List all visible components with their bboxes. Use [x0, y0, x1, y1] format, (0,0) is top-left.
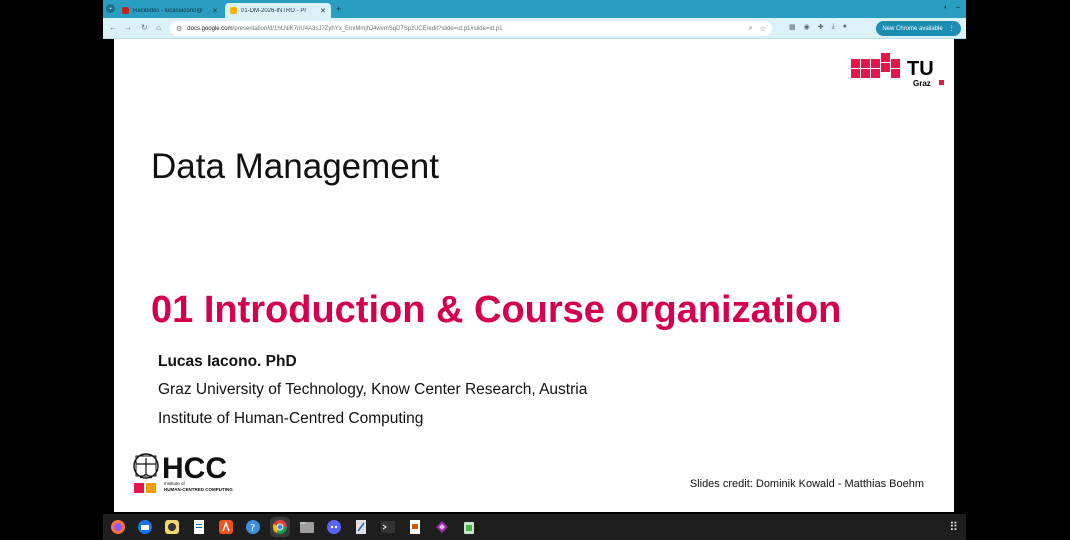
rhythmbox-icon[interactable] [162, 517, 182, 537]
slides-icon [230, 7, 237, 14]
show-apps-icon[interactable]: ⠿ [949, 519, 958, 535]
app-center-icon[interactable] [216, 517, 236, 537]
writer-icon[interactable] [189, 517, 209, 537]
forward-icon[interactable]: → [124, 23, 132, 33]
tab-gmail[interactable]: Recibidos - lucasiacono@ ✕ [117, 3, 223, 18]
impress-icon[interactable] [405, 517, 425, 537]
taskbar: ? ⠿ [103, 514, 966, 540]
update-label: New Chrome available [882, 25, 943, 32]
avatar[interactable]: ● [843, 23, 847, 31]
home-icon[interactable]: ⌂ [156, 23, 161, 33]
tab-slides[interactable]: 01-DM-2026-INTRO - Pr ✕ [225, 3, 331, 18]
presentation-slide: TU Graz Data Management 01 Introduction … [114, 39, 954, 512]
update-chrome-button[interactable]: New Chrome available ⋮ [876, 21, 961, 36]
tab-title: Recibidos - lucasiacono@ [133, 7, 203, 14]
desktop-screen: ⌄ Recibidos - lucasiacono@ ✕ 01-DM-2026-… [0, 0, 1070, 540]
close-tab-icon[interactable]: ✕ [320, 7, 326, 15]
tu-logo-text: TU [907, 58, 934, 80]
google-lens-icon[interactable]: ◉ [804, 23, 810, 31]
tab-search-button[interactable]: ⌄ [106, 4, 115, 13]
back-icon[interactable]: ← [109, 23, 117, 33]
affiliation-institute: Institute of Human-Centred Computing [158, 410, 424, 427]
new-tab-button[interactable]: + [336, 4, 341, 14]
menu-dots-icon[interactable]: ⋮ [949, 25, 955, 32]
files-icon[interactable] [297, 517, 317, 537]
lecture-title: 01 Introduction & Course organization [151, 289, 842, 331]
tu-logo-sub: Graz [913, 79, 931, 88]
hcc-logo-subtitle-bold: HUMAN-CENTRED COMPUTING [164, 487, 233, 492]
affiliation-university: Graz University of Technology, Know Cent… [158, 381, 588, 398]
site-info-icon[interactable]: ⚙ [176, 25, 182, 33]
svg-text:?: ? [250, 523, 255, 534]
chrome-window: ⌄ Recibidos - lucasiacono@ ✕ 01-DM-2026-… [103, 0, 966, 39]
reload-icon[interactable]: ↻ [141, 23, 148, 33]
chrome-icon[interactable] [270, 517, 290, 537]
download-icon[interactable]: ⤓ [832, 23, 835, 31]
tu-graz-logo: TU Graz [851, 53, 944, 88]
puzzle-icon[interactable]: ✚ [818, 23, 824, 31]
discord-icon[interactable] [324, 517, 344, 537]
window-controls: ◐ – [944, 4, 960, 11]
tab-title: 01-DM-2026-INTRO - Pr [241, 7, 307, 14]
close-tab-icon[interactable]: ✕ [212, 7, 218, 15]
terminal-icon[interactable] [378, 517, 398, 537]
text-editor-icon[interactable] [351, 517, 371, 537]
url-path: /presentation/d/1hLNlK7riU4A3sJ7ZyhYx_En… [232, 25, 503, 32]
extension-icon[interactable]: ▦ [789, 23, 796, 31]
zoom-icon[interactable]: ⌕ [749, 25, 753, 33]
bookmark-star-icon[interactable]: ☆ [760, 25, 766, 33]
firefox-icon[interactable] [108, 517, 128, 537]
deck-title: Data Management [151, 147, 439, 186]
hcc-logo-subtitle: Institute of [164, 481, 185, 486]
address-bar[interactable]: ⚙ docs.google.com /presentation/d/1hLNlK… [170, 21, 772, 36]
extensions-area: ▦ ◉ ✚ ⤓ ● [789, 23, 847, 31]
profile-icon[interactable]: ◐ [944, 4, 948, 11]
gmail-icon [122, 7, 129, 14]
trash-icon[interactable] [459, 517, 479, 537]
minimize-icon[interactable]: – [956, 4, 960, 11]
browser-toolbar: ← → ↻ ⌂ ⚙ docs.google.com /presentation/… [103, 18, 966, 39]
vscode-icon[interactable] [432, 517, 452, 537]
slides-credit: Slides credit: Dominik Kowald - Matthias… [689, 478, 924, 490]
url-host: docs.google.com [187, 25, 233, 32]
help-icon[interactable]: ? [243, 517, 263, 537]
thunderbird-icon[interactable] [135, 517, 155, 537]
tab-strip: ⌄ Recibidos - lucasiacono@ ✕ 01-DM-2026-… [103, 0, 966, 18]
author-name: Lucas Iacono. PhD [158, 353, 297, 370]
vitruvian-man-icon [133, 453, 159, 493]
